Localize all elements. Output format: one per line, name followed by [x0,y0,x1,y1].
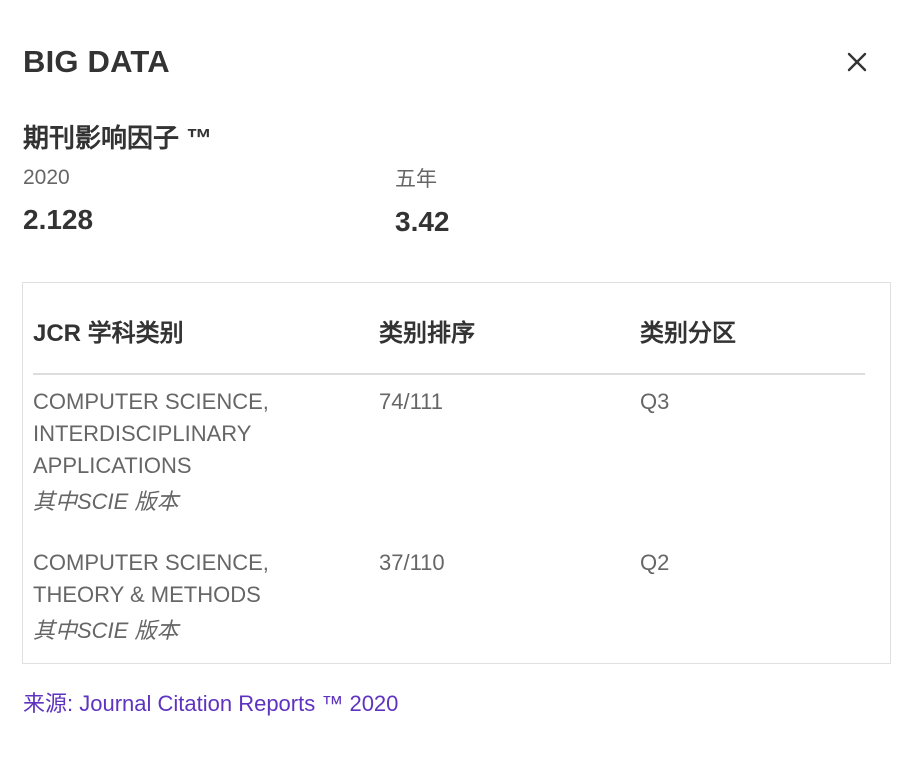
column-header-rank: 类别排序 [379,320,475,347]
jcr-category-table: JCR 学科类别 类别排序 类别分区 COMPUTER SCIENCE, INT… [22,282,891,664]
source-link[interactable]: 来源: Journal Citation Reports ™ 2020 [23,686,398,718]
metric-label: 2020 [23,166,70,189]
rank-cell: 37/110 [379,550,445,575]
metric-label: 五年 [395,168,437,191]
category-name: COMPUTER SCIENCE, THEORY & METHODS [33,550,269,607]
quartile-cell: Q3 [640,389,670,414]
journal-title: BIG DATA [23,44,170,79]
impact-factor-heading: 期刊影响因子 ™ [23,123,213,153]
metric-value: 2.128 [23,204,94,235]
column-header-category: JCR 学科类别 [33,320,184,347]
edition-label: 其中SCIE 版本 [33,618,179,643]
column-header-quartile: 类别分区 [640,320,736,347]
category-cell: COMPUTER SCIENCE, INTERDISCIPLINARY APPL… [33,386,363,518]
journal-impact-panel: BIG DATA 期刊影响因子 ™ 2020 2.128 五年 3.42 JCR… [0,0,916,763]
category-cell: COMPUTER SCIENCE, THEORY & METHODS 其中SCI… [33,547,363,647]
metric-value: 3.42 [395,206,450,237]
quartile-cell: Q2 [640,550,670,575]
metric-five-year: 五年 3.42 [395,168,450,238]
close-icon [847,52,867,71]
metric-current-year: 2020 2.128 [23,166,93,236]
close-button[interactable] [838,38,876,76]
category-name: COMPUTER SCIENCE, INTERDISCIPLINARY APPL… [33,389,269,478]
rank-cell: 74/111 [379,389,444,414]
header-divider [33,373,865,375]
edition-label: 其中SCIE 版本 [33,489,179,514]
